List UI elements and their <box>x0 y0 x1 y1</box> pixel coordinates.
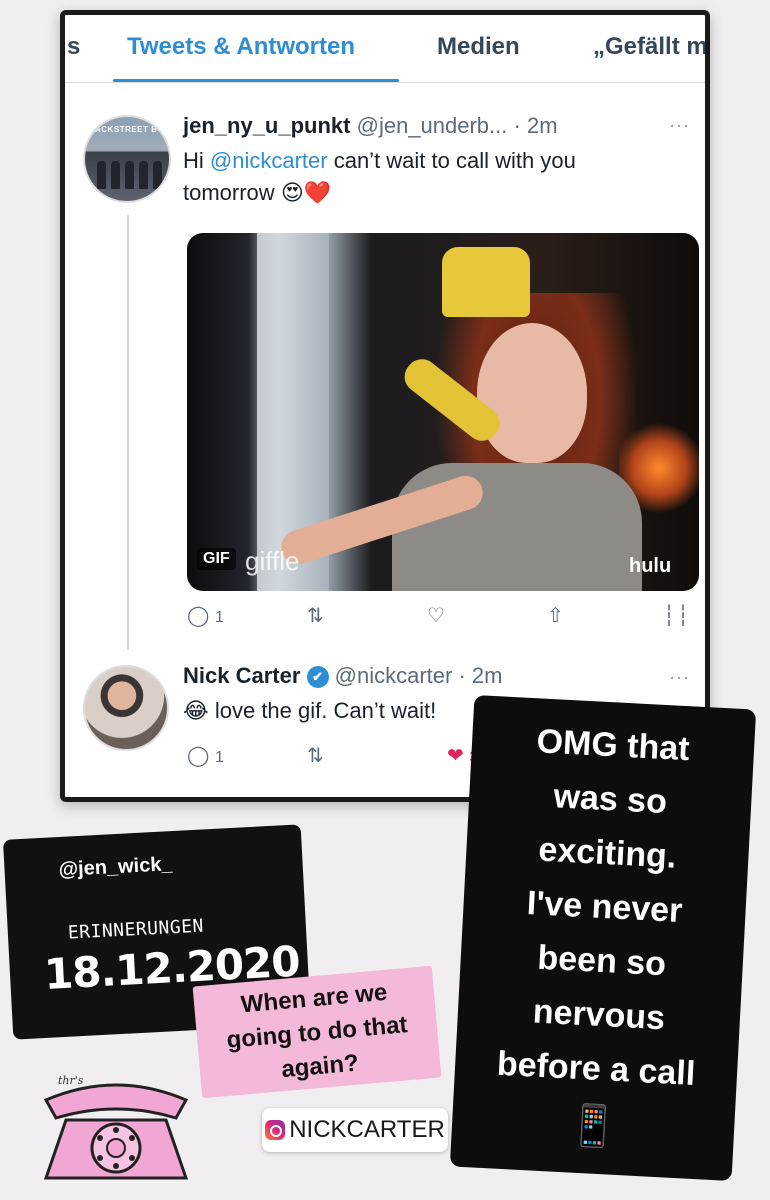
nickcarter-mention-sticker[interactable]: NICKCARTER <box>262 1108 448 1152</box>
reply-icon: ◯ <box>187 745 210 767</box>
tweet1-text-start: Hi <box>183 148 210 173</box>
avatar-figure <box>153 161 162 189</box>
instagram-icon <box>265 1120 286 1140</box>
mention-sticker-text: NICKCARTER <box>289 1116 445 1143</box>
profile-tabs: s Tweets & Antworten Medien „Gefällt m <box>65 15 705 83</box>
tab-partial-left[interactable]: s <box>67 33 80 61</box>
question-line: again? <box>280 1049 360 1084</box>
tweet2-reply-count: 1 <box>214 749 224 766</box>
caption-line: OMG that <box>535 722 691 769</box>
tears-of-joy-emoji: 😂 <box>183 699 209 724</box>
gif-telephone-hat <box>442 247 530 317</box>
tweet-screenshot-card: s Tweets & Antworten Medien „Gefällt m A… <box>60 10 710 802</box>
active-tab-indicator <box>113 79 399 82</box>
heart-eyes-heart-emoji: 😍❤️ <box>280 181 332 206</box>
retweet-icon[interactable]: ⇅ <box>307 603 324 628</box>
tweet1-more-icon[interactable]: ··· <box>669 115 690 136</box>
tab-tweets-and-replies[interactable]: Tweets & Antworten <box>127 33 355 61</box>
gif-badge: GIF <box>197 548 236 570</box>
gif-watermark: giffle <box>245 546 300 576</box>
tweet1-time[interactable]: · 2m <box>514 113 558 138</box>
tweet2-text-body: love the gif. Can’t wait! <box>214 698 437 723</box>
hulu-logo: hulu <box>629 555 672 577</box>
avatar-figure <box>125 161 134 189</box>
tweet1-gif[interactable]: GIF giffle hulu <box>187 233 699 591</box>
thread-connector-line <box>127 215 129 650</box>
tweet1-header: jen_ny_u_punkt @jen_underb... · 2m <box>183 113 558 139</box>
avatar-nick-carter[interactable] <box>83 665 169 751</box>
caption-line: been so <box>536 938 667 984</box>
avatar-banner-text: ACKSTREET B <box>95 125 158 134</box>
tab-likes[interactable]: „Gefällt m <box>593 33 705 61</box>
tweet1-mention-link[interactable]: @nickcarter <box>210 148 328 173</box>
tweet2-more-icon[interactable]: ··· <box>669 667 690 688</box>
question-line: going to do that <box>225 1011 409 1054</box>
verified-badge-icon: ✔ <box>306 666 329 688</box>
caption-line: exciting. <box>537 830 678 876</box>
mobile-phone-emoji: 📱 <box>567 1102 620 1152</box>
analytics-icon[interactable]: ┆┆ <box>663 603 691 628</box>
tweet1-reply-button[interactable]: ◯ 1 <box>187 603 224 628</box>
avatar-figure <box>97 161 106 189</box>
question-sticker: When are we going to do that again? <box>192 965 442 1099</box>
tab-media[interactable]: Medien <box>437 33 520 61</box>
gif-woman-shirt <box>392 463 642 591</box>
story-caption-box: OMG that was so exciting. I've never bee… <box>449 694 757 1182</box>
avatar-jen[interactable]: ACKSTREET B <box>83 115 171 203</box>
caption-line: I've never <box>525 883 684 931</box>
caption-line: was so <box>552 777 668 822</box>
tweet2-text: 😂 love the gif. Can’t wait! <box>183 695 436 728</box>
caption-line: nervous <box>531 992 666 1038</box>
tweet2-time[interactable]: · 2m <box>458 663 502 688</box>
tweet2-header: Nick Carter ✔ @nickcarter · 2m <box>183 663 502 689</box>
heart-filled-icon: ❤ <box>447 745 464 767</box>
avatar-figure <box>139 161 148 189</box>
tweet1-reply-count: 1 <box>214 609 224 626</box>
retweet-icon[interactable]: ⇅ <box>307 743 324 768</box>
tweet2-reply-button[interactable]: ◯ 1 <box>187 743 224 768</box>
tweet1-text-end: can’t wait to call with you <box>327 148 576 173</box>
reply-icon: ◯ <box>187 605 210 627</box>
pink-rotary-phone-icon <box>43 1083 189 1180</box>
tweet1-handle[interactable]: @jen_underb... <box>357 113 508 138</box>
tweet2-handle[interactable]: @nickcarter <box>335 663 453 688</box>
tweet1-display-name[interactable]: jen_ny_u_punkt <box>183 113 350 138</box>
gif-woman-face <box>477 323 587 463</box>
tweet1-text-line2: tomorrow <box>183 180 275 205</box>
like-icon[interactable]: ♡ <box>427 603 445 628</box>
caption-line: before a call <box>496 1044 697 1093</box>
share-icon[interactable]: ⇧ <box>547 603 564 628</box>
memories-label: ERINNERUNGEN <box>67 915 205 944</box>
tweet2-display-name[interactable]: Nick Carter <box>183 663 300 688</box>
question-line: When are we <box>239 978 389 1019</box>
tweet1-text: Hi @nickcarter can’t wait to call with y… <box>183 145 693 210</box>
avatar-figure <box>111 161 120 189</box>
user-mention-tag[interactable]: @jen_wick_ <box>58 853 173 882</box>
